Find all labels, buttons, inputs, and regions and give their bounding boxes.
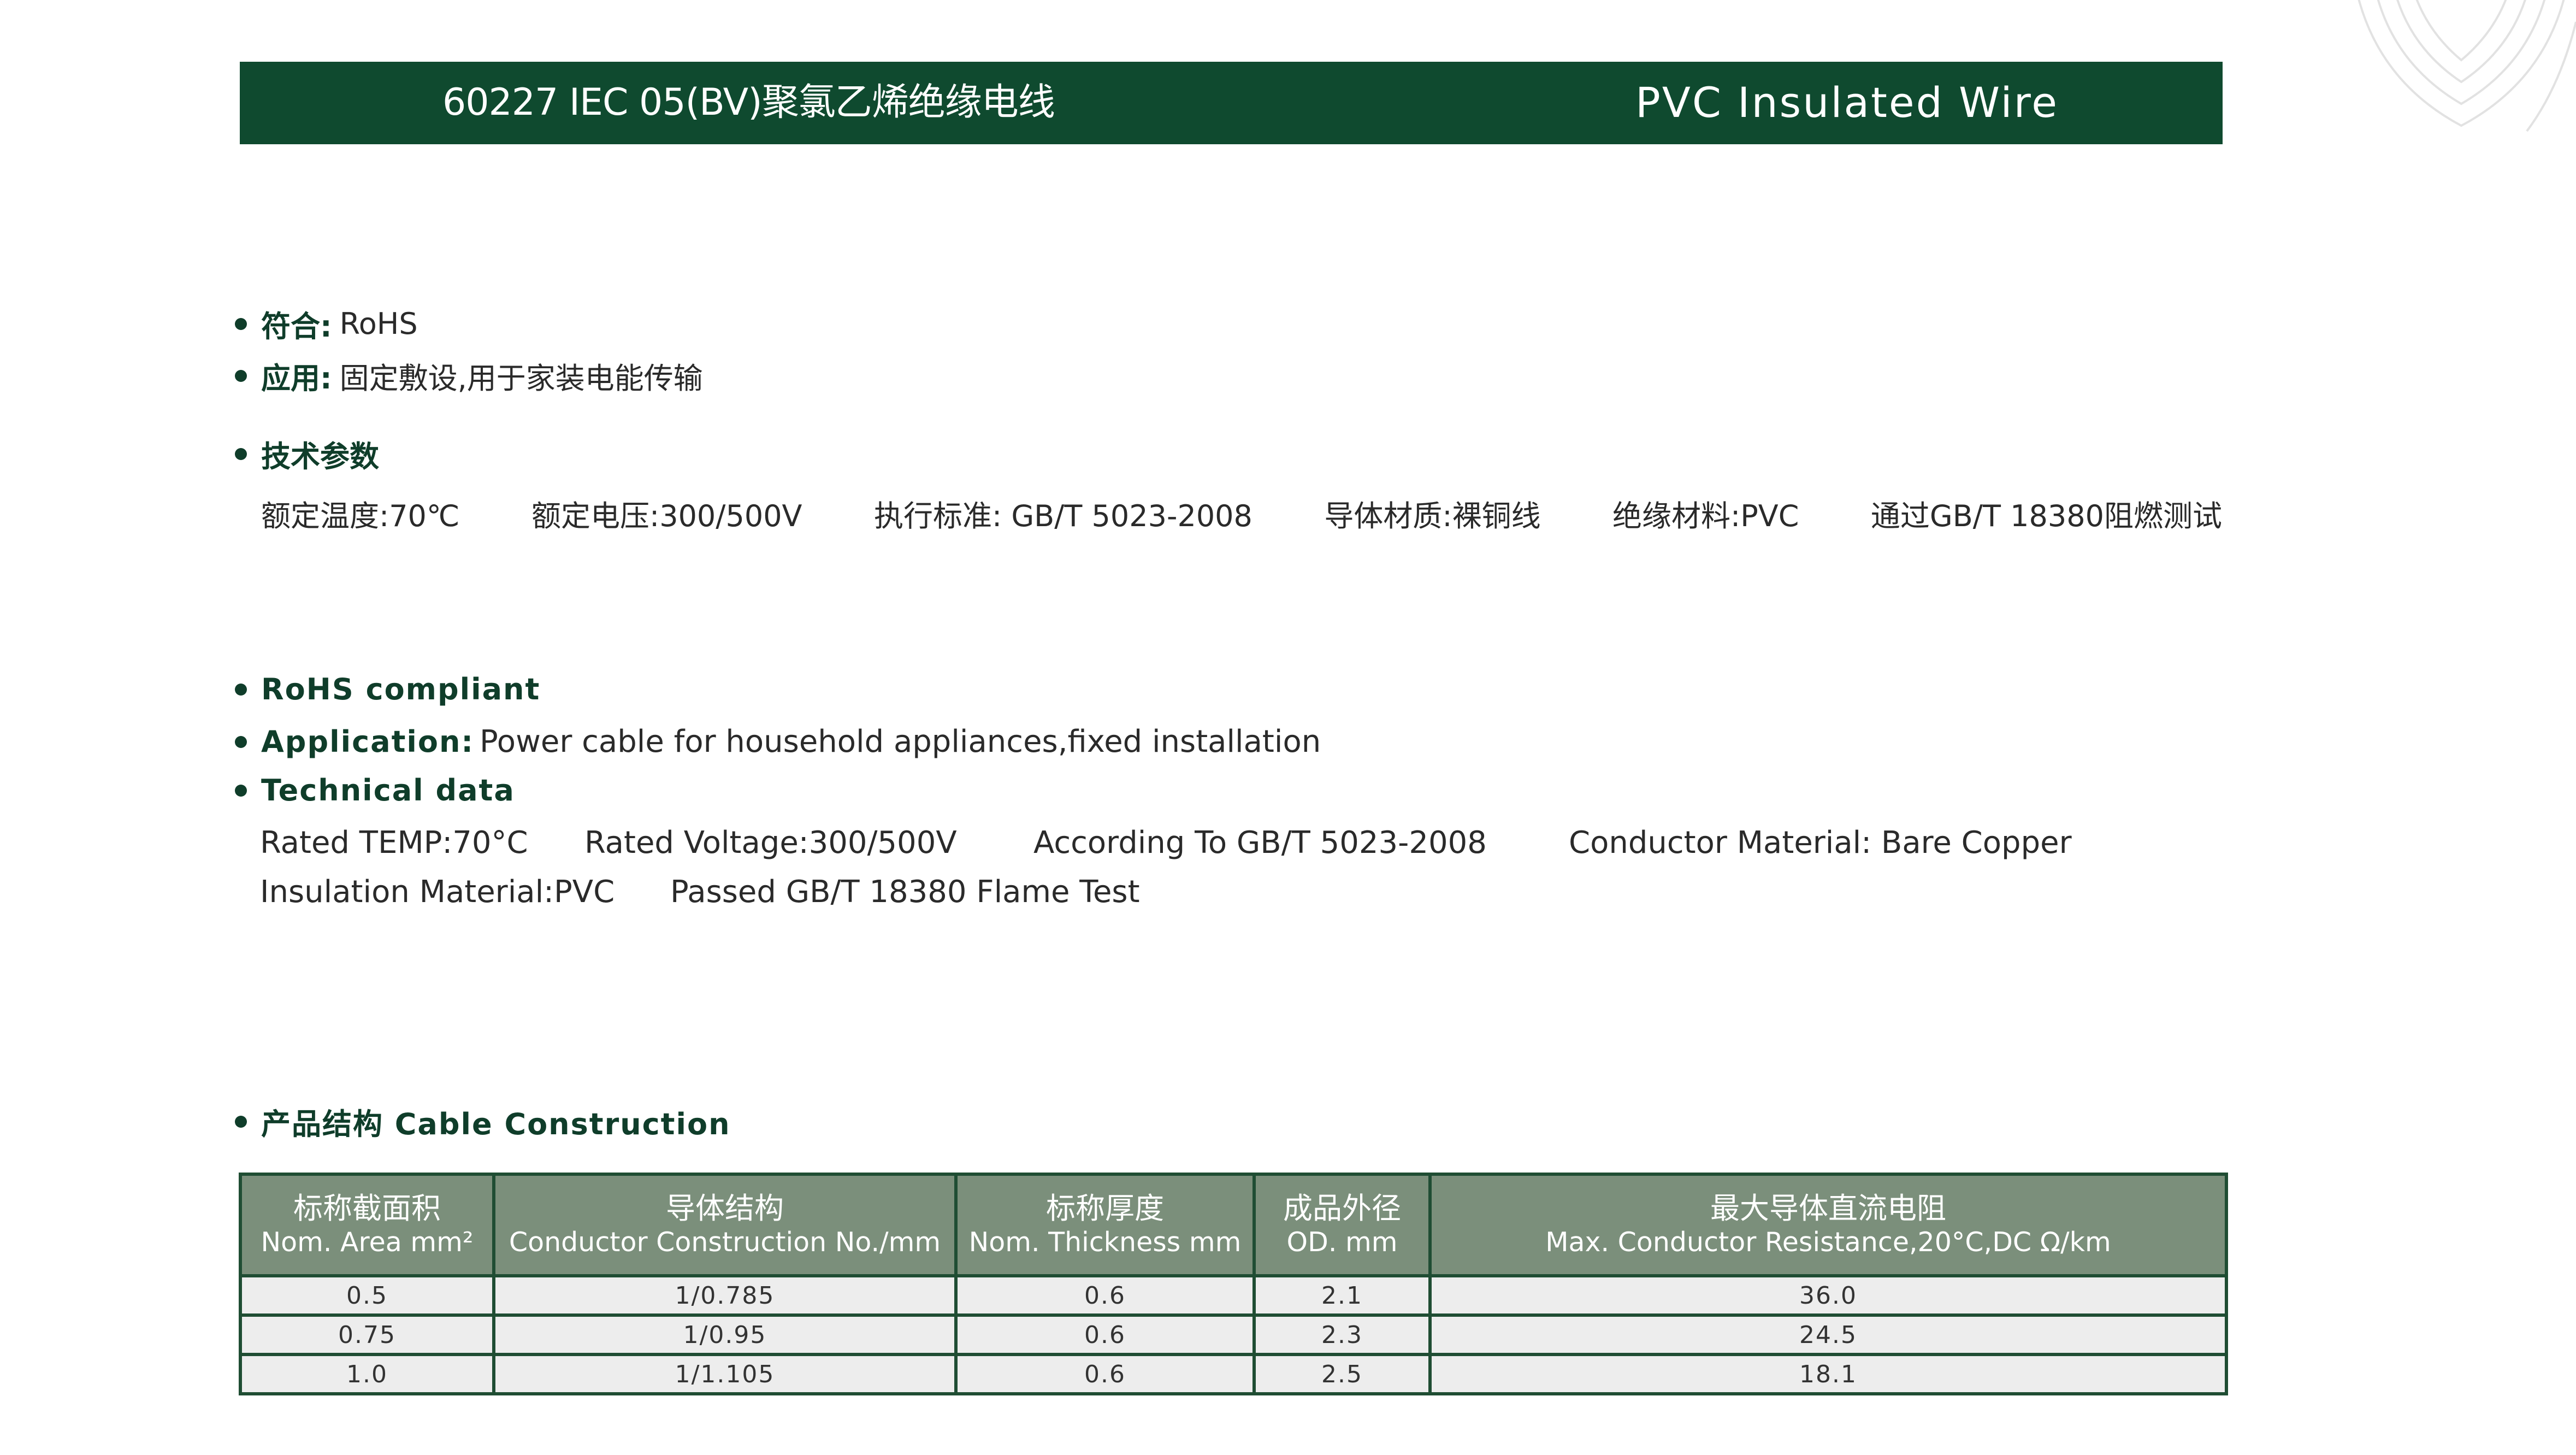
en-application-row: Application: Power cable for household a… [235,724,1321,759]
cn-application-value: 固定敷设,用于家装电能传输 [339,361,703,396]
cn-compliance-value: RoHS [339,307,418,341]
title-banner: 60227 IEC 05(BV)聚氯乙烯绝缘电线 PVC Insulated W… [240,62,2223,144]
cn-param-voltage: 额定电压:300/500V [531,499,802,533]
bullet-icon [235,683,247,696]
bullet-icon [235,317,247,330]
en-rohs-label: RoHS compliant [261,672,541,706]
cell-resistance: 24.5 [1428,1313,2228,1356]
en-rated-voltage: Rated Voltage:300/500V [584,825,957,861]
en-application-value: Power cable for household appliances,fix… [480,724,1321,759]
cell-thickness: 0.6 [954,1313,1256,1356]
title-chinese: 60227 IEC 05(BV)聚氯乙烯绝缘电线 [442,81,1055,124]
en-rated-temp: Rated TEMP:70°C [260,825,528,861]
table-row: 0.5 1/0.785 0.6 2.1 36.0 [239,1274,2228,1317]
cn-param-flame: 通过GB/T 18380阻燃测试 [1870,499,2222,533]
bullet-icon [235,1115,247,1128]
cn-application-label: 应用: [261,361,332,396]
en-tech-label: Technical data [261,773,515,808]
cn-param-conductor: 导体材质:裸铜线 [1324,499,1541,533]
cn-tech-heading: 技术参数 [235,432,379,475]
cn-params-row: 额定温度:70℃ 额定电压:300/500V 执行标准: GB/T 5023-2… [261,492,2222,535]
cn-compliance-label: 符合: [261,309,332,344]
cn-compliance-row: 符合: RoHS [235,302,418,345]
cell-od: 2.5 [1252,1353,1432,1395]
en-standard: According To GB/T 5023-2008 [1033,825,1487,861]
cn-tech-label: 技术参数 [261,439,379,474]
col-header-conductor: 导体结构 Conductor Construction No./mm [492,1173,958,1277]
col-header-thickness: 标称厚度 Nom. Thickness mm [954,1173,1256,1277]
corner-arc-decoration [2358,0,2576,132]
en-conductor-material: Conductor Material: Bare Copper [1569,825,2072,861]
col-header-resistance: 最大导体直流电阻 Max. Conductor Resistance,20°C,… [1428,1173,2228,1277]
cell-resistance: 18.1 [1428,1353,2228,1395]
table-header-row: 标称截面积 Nom. Area mm² 导体结构 Conductor Const… [239,1173,2228,1277]
cell-conductor: 1/1.105 [492,1353,958,1395]
table-row: 0.75 1/0.95 0.6 2.3 24.5 [239,1313,2228,1356]
en-rohs-row: RoHS compliant [235,672,540,706]
bullet-icon [235,784,247,797]
cell-od: 2.1 [1252,1274,1432,1317]
cell-od: 2.3 [1252,1313,1432,1356]
table-row: 1.0 1/1.105 0.6 2.5 18.1 [239,1353,2228,1395]
cell-conductor: 1/0.785 [492,1274,958,1317]
bullet-icon [235,735,247,748]
bullet-icon [235,447,247,460]
en-insulation-material: Insulation Material:PVC [260,874,615,910]
cn-application-row: 应用: 固定敷设,用于家装电能传输 [235,354,703,397]
cn-param-standard: 执行标准: GB/T 5023-2008 [873,499,1252,533]
cell-thickness: 0.6 [954,1353,1256,1395]
en-tech-heading: Technical data [235,773,515,808]
cn-param-insulation: 绝缘材料:PVC [1612,499,1799,533]
cell-area: 0.5 [239,1274,495,1317]
construction-heading: 产品结构 Cable Construction [261,1107,731,1141]
construction-heading-row: 产品结构 Cable Construction [235,1100,731,1143]
col-header-area: 标称截面积 Nom. Area mm² [239,1173,495,1277]
cell-area: 0.75 [239,1313,495,1356]
cable-construction-table: 标称截面积 Nom. Area mm² 导体结构 Conductor Const… [239,1173,2228,1395]
col-header-od: 成品外径 OD. mm [1252,1173,1432,1277]
en-flame-test: Passed GB/T 18380 Flame Test [670,874,1140,910]
cell-area: 1.0 [239,1353,495,1395]
cell-resistance: 36.0 [1428,1274,2228,1317]
bullet-icon [235,369,247,382]
title-english: PVC Insulated Wire [1635,78,2059,127]
cn-param-temp: 额定温度:70℃ [261,499,460,533]
cell-conductor: 1/0.95 [492,1313,958,1356]
en-application-label: Application: [261,724,475,759]
cell-thickness: 0.6 [954,1274,1256,1317]
